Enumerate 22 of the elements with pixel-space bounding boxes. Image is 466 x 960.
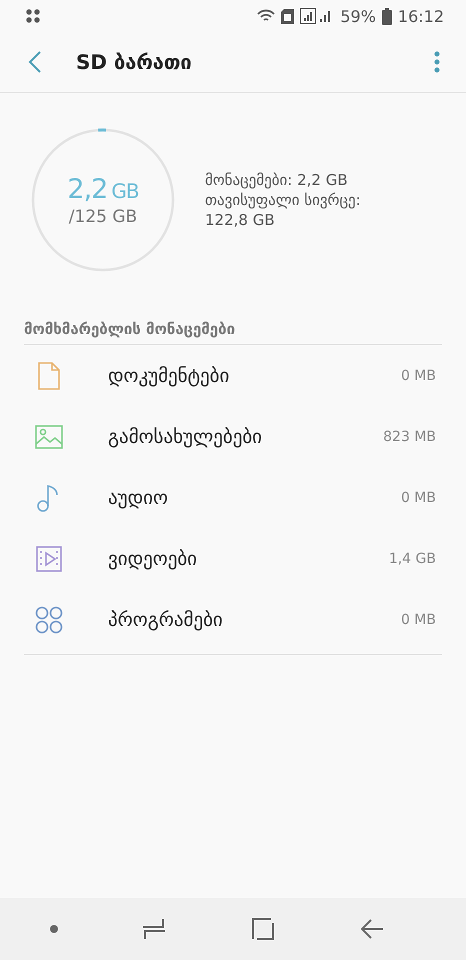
notification-icon — [26, 9, 40, 23]
more-options-icon — [434, 51, 440, 73]
category-row[interactable]: ვიდეოები 1,4 GB — [24, 528, 442, 589]
category-row[interactable]: გამოსახულებები 823 MB — [24, 406, 442, 467]
battery-icon — [382, 8, 392, 24]
dot-icon[interactable] — [49, 924, 60, 934]
total-storage: /125 GB — [68, 206, 138, 226]
clock: 16:12 — [398, 6, 444, 26]
storage-detail: მონაცემები: 2,2 GB — [205, 170, 349, 190]
back-arrow-icon — [360, 919, 383, 939]
sd-card-icon — [281, 8, 294, 24]
recent-apps-icon — [142, 918, 166, 940]
storage-detail: თავისუფალი სივრცე: 122,8 GB — [205, 190, 362, 230]
category-row[interactable]: პროგრამები 0 MB — [24, 589, 442, 650]
category-row[interactable]: დოკუმენტები 0 MB — [24, 345, 442, 406]
battery-percentage: 59% — [340, 6, 376, 26]
used-storage: 2,2 GB — [67, 174, 139, 204]
section-title: მომხმარებლის მონაცემები — [24, 320, 236, 338]
home-icon — [252, 918, 274, 940]
page-title: SD ბარათი — [76, 50, 193, 74]
back-icon — [28, 51, 42, 73]
category-row[interactable]: აუდიო 0 MB — [24, 467, 442, 528]
